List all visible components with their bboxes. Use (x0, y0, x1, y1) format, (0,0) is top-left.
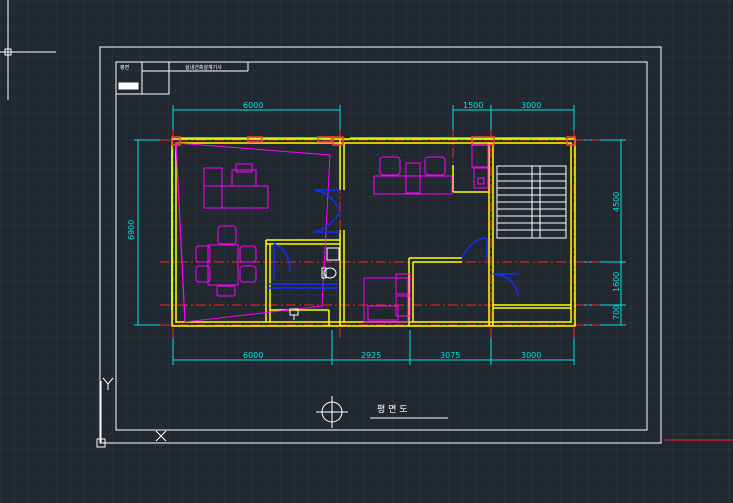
dim-right-2: 1600 (612, 272, 621, 292)
dim-bottom-2: 2925 (361, 351, 381, 360)
canvas-grid (0, 0, 733, 503)
dim-bottom-4: 3000 (521, 351, 541, 360)
title-block-row1: 평면 (120, 64, 130, 71)
cad-drawing-canvas[interactable]: 실내건축설계기사 평면 6000 1500 3000 6000 2925 307… (0, 0, 733, 503)
dim-bottom-1: 6000 (243, 351, 263, 360)
title-block-label: 실내건축설계기사 (185, 64, 222, 71)
dim-bottom-3: 3075 (440, 351, 460, 360)
dim-top-1: 6000 (243, 101, 263, 110)
dim-top-3: 3000 (521, 101, 541, 110)
drawing-title: 평 면 도 (377, 404, 408, 415)
dim-right-1: 4500 (612, 192, 621, 212)
dim-left: 6900 (127, 220, 136, 240)
dim-top-2: 1500 (463, 101, 483, 110)
dim-right-3: 700 (612, 305, 621, 320)
